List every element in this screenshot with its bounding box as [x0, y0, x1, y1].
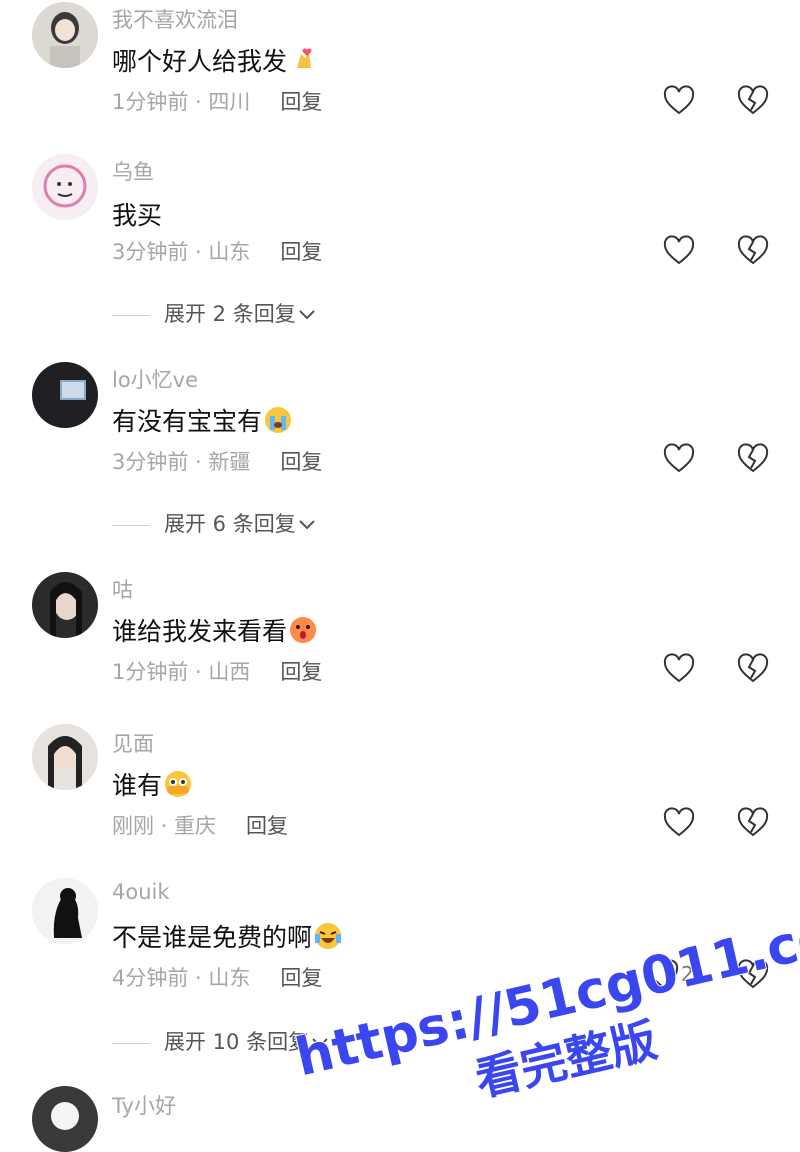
username[interactable]: 见面 [112, 728, 154, 758]
avatar-image [32, 1086, 98, 1152]
chevron-down-icon [299, 310, 315, 320]
avatar-image [32, 154, 98, 220]
reply-button[interactable]: 回复 [280, 90, 322, 114]
finger-heart-emoji [289, 46, 317, 74]
broken-heart-icon [737, 443, 769, 473]
broken-heart-icon [737, 807, 769, 837]
reply-button[interactable]: 回复 [280, 240, 322, 264]
reply-button[interactable]: 回复 [280, 966, 322, 990]
like-button[interactable] [662, 234, 696, 266]
watermark-caption: 看完整版 [470, 1013, 661, 1107]
like-button[interactable] [662, 652, 696, 684]
like-button[interactable] [662, 442, 696, 474]
like-button[interactable] [662, 806, 696, 838]
divider [112, 314, 150, 316]
broken-heart-icon [737, 653, 769, 683]
username[interactable]: lo小忆ve [112, 364, 198, 394]
reply-button[interactable]: 回复 [280, 660, 322, 684]
chevron-down-icon [312, 1038, 328, 1048]
dislike-button[interactable] [736, 806, 770, 838]
crying-face-emoji [264, 406, 292, 434]
dislike-button[interactable] [736, 84, 770, 116]
timestamp-location: 1分钟前 · 山西 [112, 660, 251, 684]
dislike-button[interactable] [736, 958, 770, 990]
divider [112, 1042, 150, 1044]
comment-meta: 1分钟前 · 山西 回复 [112, 656, 322, 686]
timestamp-location: 3分钟前 · 新疆 [112, 450, 251, 474]
avatar-image [32, 572, 98, 638]
heart-icon [663, 235, 695, 265]
divider [112, 524, 150, 526]
avatar[interactable] [32, 572, 98, 638]
laughing-tears-emoji [314, 922, 342, 950]
expand-replies-button[interactable]: 展开 6 条回复 [112, 508, 316, 538]
dislike-button[interactable] [736, 234, 770, 266]
comment-meta: 4分钟前 · 山东 回复 [112, 962, 322, 992]
reply-button[interactable]: 回复 [280, 450, 322, 474]
timestamp-location: 3分钟前 · 山东 [112, 240, 251, 264]
timestamp-location: 刚刚 · 重庆 [112, 814, 217, 838]
comment-meta: 刚刚 · 重庆 回复 [112, 810, 288, 840]
comment-text: 不是谁是免费的啊 [112, 918, 342, 954]
peeking-face-emoji [164, 770, 192, 798]
dislike-button[interactable] [736, 442, 770, 474]
heart-icon [663, 807, 695, 837]
avatar-image [32, 362, 98, 428]
broken-heart-icon [737, 959, 769, 989]
heart-icon [647, 959, 679, 989]
username[interactable]: 我不喜欢流泪 [112, 4, 238, 34]
chevron-down-icon [299, 520, 315, 530]
broken-heart-icon [737, 235, 769, 265]
expand-replies-button[interactable]: 展开 10 条回复 [112, 1026, 329, 1056]
username[interactable]: 乌鱼 [112, 156, 154, 186]
comment-text: 有没有宝宝有 [112, 402, 292, 438]
avatar[interactable] [32, 724, 98, 790]
comment-text: 哪个好人给我发 [112, 42, 317, 78]
timestamp-location: 1分钟前 · 四川 [112, 90, 251, 114]
dislike-button[interactable] [736, 652, 770, 684]
like-button[interactable] [662, 84, 696, 116]
timestamp-location: 4分钟前 · 山东 [112, 966, 251, 990]
avatar[interactable] [32, 878, 98, 944]
comment-meta: 1分钟前 · 四川 回复 [112, 86, 322, 116]
heart-icon [663, 443, 695, 473]
heart-icon [663, 85, 695, 115]
avatar-image [32, 2, 98, 68]
expand-replies-button[interactable]: 展开 2 条回复 [112, 298, 316, 328]
kissing-face-emoji [289, 616, 317, 644]
avatar[interactable] [32, 154, 98, 220]
watermark-url: https://51cg011.com [290, 894, 800, 1088]
comment-text: 我买 [112, 201, 163, 230]
comment-meta: 3分钟前 · 新疆 回复 [112, 446, 322, 476]
username[interactable]: 4ouik [112, 880, 170, 904]
avatar-image [32, 878, 98, 944]
avatar[interactable] [32, 362, 98, 428]
comment-meta: 3分钟前 · 山东 回复 [112, 236, 322, 266]
reply-button[interactable]: 回复 [246, 814, 288, 838]
username[interactable]: Ty小好 [112, 1090, 176, 1120]
comment-text: 谁有 [112, 766, 192, 802]
comment-text: 谁给我发来看看 [112, 612, 317, 648]
heart-icon [663, 653, 695, 683]
avatar-image [32, 724, 98, 790]
broken-heart-icon [737, 85, 769, 115]
username[interactable]: 咕 [112, 574, 133, 604]
avatar[interactable] [32, 1086, 98, 1152]
avatar[interactable] [32, 2, 98, 68]
like-count: 2 [681, 962, 694, 986]
like-button[interactable] [646, 958, 680, 990]
